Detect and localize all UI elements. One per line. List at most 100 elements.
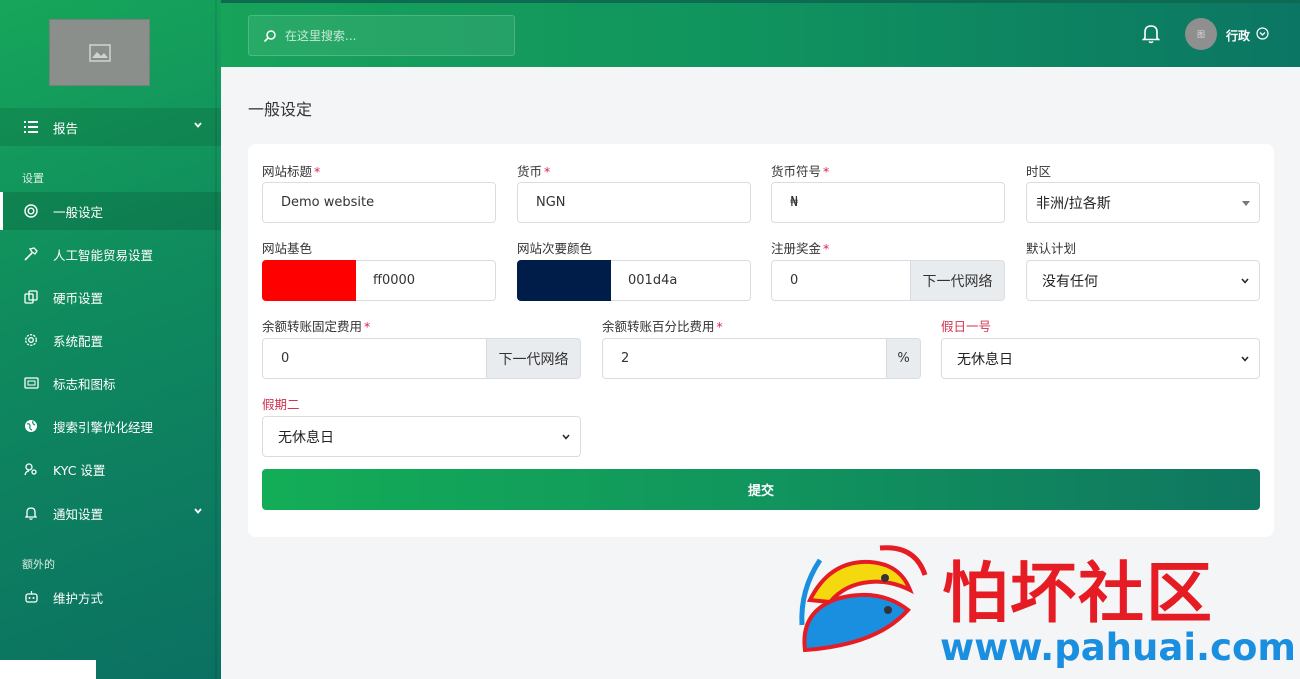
required-asterisk: * bbox=[544, 164, 551, 179]
currency-symbol-input[interactable]: ₦ bbox=[771, 182, 1005, 223]
site-logo-placeholder bbox=[49, 19, 150, 86]
bell-icon bbox=[23, 505, 39, 521]
target-icon bbox=[23, 203, 39, 219]
sidebar-item-notification-settings[interactable]: 通知设置 bbox=[0, 494, 221, 532]
watermark: 怕坏社区 www.pahuai.com bbox=[790, 540, 1296, 679]
sidebar-item-label: 搜索引擎优化经理 bbox=[53, 419, 154, 435]
select-value: 无休息日 bbox=[957, 351, 1013, 368]
timezone-select[interactable]: 非洲/拉各斯 bbox=[1026, 182, 1260, 223]
sidebar-item-general-settings[interactable]: 一般设定 bbox=[0, 192, 221, 230]
sidebar-item-label: 维护方式 bbox=[53, 590, 104, 606]
base-color-hex-input[interactable]: ff0000 bbox=[356, 260, 496, 301]
required-asterisk: * bbox=[823, 164, 830, 179]
hammer-icon bbox=[23, 246, 39, 262]
label-text: 余额转账百分比费用 bbox=[602, 319, 715, 334]
select-value: 没有任何 bbox=[1042, 273, 1098, 290]
user-key-icon bbox=[23, 461, 39, 477]
search-bar[interactable] bbox=[248, 15, 515, 56]
site-title-input[interactable]: Demo website bbox=[262, 182, 496, 223]
input-value: 001d4a bbox=[628, 273, 678, 288]
top-header: 图 行政 bbox=[221, 0, 1300, 67]
page-title: 一般设定 bbox=[248, 100, 313, 119]
sidebar: 报告 设置 一般设定 人工智能贸易设置 硬币设置 系统配置 标志和图标 搜索引擎… bbox=[0, 0, 221, 679]
search-icon bbox=[263, 29, 276, 42]
sidebar-item-logo-icons[interactable]: 标志和图标 bbox=[0, 364, 221, 402]
label-text: 注册奖金 bbox=[771, 241, 822, 256]
required-asterisk: * bbox=[314, 164, 321, 179]
notification-bell-icon[interactable] bbox=[1142, 24, 1160, 44]
sidebar-item-ai-trade-settings[interactable]: 人工智能贸易设置 bbox=[0, 235, 221, 273]
image-icon bbox=[23, 375, 39, 391]
required-asterisk: * bbox=[364, 319, 371, 334]
sidebar-item-label: 标志和图标 bbox=[53, 376, 116, 392]
secondary-color-label: 网站次要颜色 bbox=[517, 241, 593, 256]
avatar-initial: 图 bbox=[1197, 29, 1205, 39]
sidebar-item-kyc-settings[interactable]: KYC 设置 bbox=[0, 450, 221, 488]
sidebar-item-label: KYC 设置 bbox=[53, 462, 106, 478]
watermark-url: www.pahuai.com bbox=[940, 626, 1296, 669]
select-value: 无休息日 bbox=[278, 429, 334, 446]
input-value: ff0000 bbox=[373, 273, 416, 288]
caret-down-icon bbox=[1242, 201, 1250, 206]
percent-addon: % bbox=[887, 338, 921, 379]
currency-addon: 下一代网络 bbox=[911, 260, 1005, 301]
holiday-two-select[interactable]: 无休息日 bbox=[262, 416, 581, 457]
base-color-label: 网站基色 bbox=[262, 241, 313, 256]
holiday-two-label: 假期二 bbox=[262, 397, 300, 412]
fixed-fee-field: 0 下一代网络 bbox=[262, 338, 581, 379]
input-value: Demo website bbox=[281, 195, 375, 210]
percent-fee-input[interactable]: 2 bbox=[602, 338, 887, 379]
sidebar-footer bbox=[0, 660, 96, 679]
chevron-down-icon bbox=[1241, 356, 1249, 362]
label-text: 货币 bbox=[517, 164, 543, 179]
sidebar-item-label: 硬币设置 bbox=[53, 290, 104, 306]
label-text: 货币符号 bbox=[771, 164, 822, 179]
gear-icon bbox=[23, 332, 39, 348]
secondary-color-picker[interactable] bbox=[517, 260, 611, 301]
input-value: ₦ bbox=[790, 195, 799, 210]
holiday-one-select[interactable]: 无休息日 bbox=[941, 338, 1260, 379]
sidebar-item-maintenance-mode[interactable]: 维护方式 bbox=[0, 578, 221, 616]
fixed-fee-label: 余额转账固定费用 * bbox=[262, 316, 370, 335]
avatar[interactable]: 图 bbox=[1185, 18, 1217, 50]
search-input[interactable] bbox=[285, 28, 505, 43]
sidebar-item-coin-settings[interactable]: 硬币设置 bbox=[0, 278, 221, 316]
default-plan-select[interactable]: 没有任何 bbox=[1026, 260, 1260, 301]
fixed-fee-input[interactable]: 0 bbox=[262, 338, 487, 379]
signup-bonus-input[interactable]: 0 bbox=[771, 260, 911, 301]
default-plan-label: 默认计划 bbox=[1026, 241, 1077, 256]
user-name[interactable]: 行政 bbox=[1226, 27, 1250, 44]
currency-addon: 下一代网络 bbox=[487, 338, 581, 379]
base-color-field: ff0000 bbox=[262, 260, 496, 301]
base-color-picker[interactable] bbox=[262, 260, 356, 301]
sidebar-item-label: 一般设定 bbox=[53, 204, 104, 220]
select-value: 非洲/拉各斯 bbox=[1036, 195, 1111, 212]
coins-icon bbox=[23, 289, 39, 305]
holiday-one-label: 假日一号 bbox=[941, 319, 992, 334]
sidebar-item-seo-manager[interactable]: 搜索引擎优化经理 bbox=[0, 407, 221, 445]
sidebar-item-label: 通知设置 bbox=[53, 506, 104, 522]
chevron-down-icon bbox=[194, 508, 202, 514]
input-value: 2 bbox=[621, 351, 630, 366]
chevron-down-icon bbox=[562, 434, 570, 440]
sidebar-item-reports[interactable]: 报告 bbox=[0, 108, 221, 146]
sidebar-item-label: 系统配置 bbox=[53, 333, 104, 349]
required-asterisk: * bbox=[823, 241, 830, 256]
chevron-down-circle-icon[interactable] bbox=[1256, 27, 1269, 40]
list-icon bbox=[23, 119, 39, 135]
secondary-color-hex-input[interactable]: 001d4a bbox=[611, 260, 751, 301]
globe-icon bbox=[23, 418, 39, 434]
sidebar-item-label: 人工智能贸易设置 bbox=[53, 247, 154, 263]
input-value: NGN bbox=[536, 195, 566, 210]
percent-fee-label: 余额转账百分比费用 * bbox=[602, 316, 723, 335]
submit-button[interactable]: 提交 bbox=[262, 469, 1260, 510]
sidebar-item-label: 报告 bbox=[53, 120, 79, 136]
currency-input[interactable]: NGN bbox=[517, 182, 751, 223]
percent-fee-field: 2 % bbox=[602, 338, 921, 379]
section-label-extra: 额外的 bbox=[22, 558, 55, 571]
input-value: 0 bbox=[790, 273, 799, 288]
sidebar-item-system-config[interactable]: 系统配置 bbox=[0, 321, 221, 359]
label-text: 余额转账固定费用 bbox=[262, 319, 363, 334]
currency-symbol-label: 货币符号 * bbox=[771, 161, 829, 180]
chevron-down-icon bbox=[194, 122, 202, 128]
